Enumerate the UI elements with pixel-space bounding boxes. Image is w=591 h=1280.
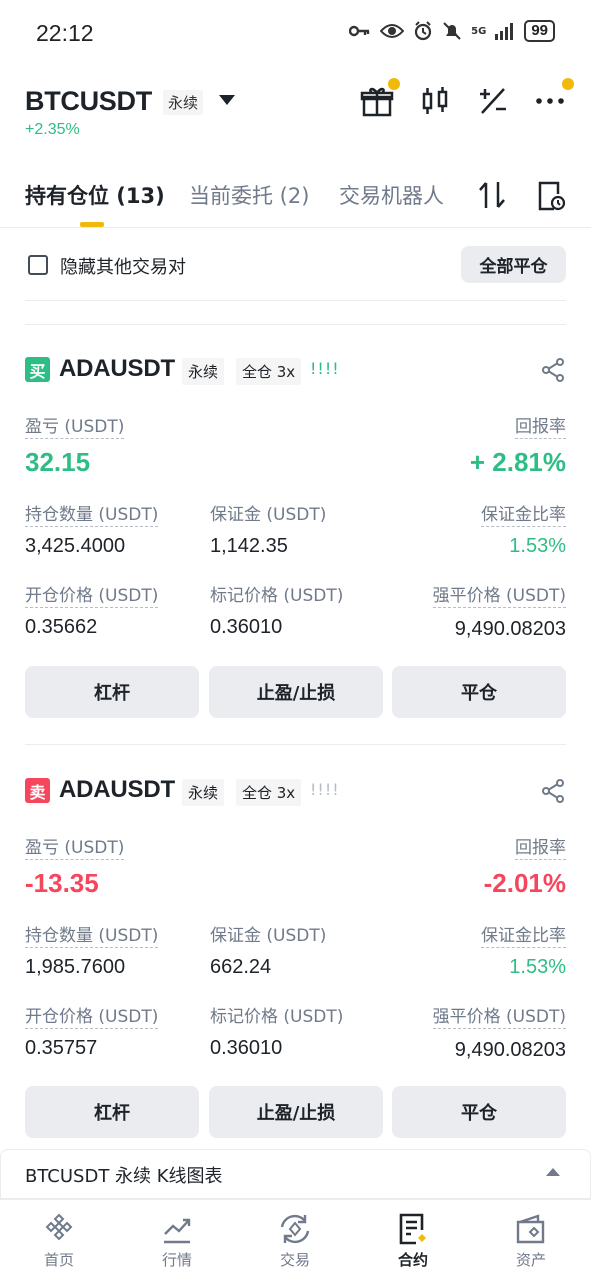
nav-label: 合约: [397, 1251, 428, 1269]
tpsl-button[interactable]: 止盈/止损: [209, 666, 383, 718]
margin-mode-tag[interactable]: 全仓 3x: [236, 358, 302, 385]
eye-icon: [380, 24, 405, 38]
chart-panel-label[interactable]: BTCUSDT 永续 K线图表: [25, 1162, 223, 1188]
size-value: 3,425.4000: [25, 535, 126, 557]
adl-indicator: !!!!: [310, 780, 340, 799]
contract-type-tag: 永续: [163, 90, 204, 115]
entry-price-label: 开仓价格 (USDT): [25, 581, 159, 608]
contract-tag: 永续: [182, 779, 225, 806]
divider: [25, 300, 566, 301]
margin-ratio-label: 保证金比率: [481, 500, 566, 527]
margin-ratio-value: 1.53%: [509, 956, 566, 978]
tab-divider: [0, 227, 591, 228]
markets-icon: [164, 1218, 191, 1244]
position-symbol[interactable]: ADAUSDT: [59, 776, 175, 804]
side-badge-sell: 卖: [25, 778, 50, 803]
network-label: 5G: [471, 25, 487, 37]
gift-icon[interactable]: [360, 84, 394, 118]
more-notification-dot: [562, 78, 574, 90]
nav-trade[interactable]: 交易: [236, 1212, 354, 1270]
entry-price-value: 0.35757: [25, 1037, 98, 1059]
liq-price-value: 9,490.08203: [454, 618, 566, 640]
tab-open-orders[interactable]: 当前委托 (2): [189, 180, 309, 210]
contract-tag: 永续: [182, 358, 225, 385]
nav-assets[interactable]: 资产: [472, 1212, 590, 1270]
pnl-label: 盈亏 (USDT): [25, 833, 125, 860]
size-label: 持仓数量 (USDT): [25, 921, 159, 948]
roe-value: -2.01%: [483, 868, 566, 898]
calculator-icon[interactable]: [476, 84, 510, 118]
share-icon[interactable]: [541, 779, 565, 803]
position-symbol[interactable]: ADAUSDT: [59, 355, 175, 383]
roe-label: 回报率: [515, 833, 566, 860]
key-icon: [349, 25, 370, 37]
liq-price-value: 9,490.08203: [454, 1039, 566, 1061]
home-icon: [45, 1213, 73, 1241]
status-time: 22:12: [36, 20, 94, 46]
tab-positions[interactable]: 持有仓位 (13): [25, 180, 165, 210]
futures-icon: [399, 1213, 426, 1245]
margin-label: 保证金 (USDT): [210, 505, 327, 525]
trade-icon: [280, 1214, 310, 1244]
nav-label: 行情: [161, 1251, 192, 1269]
mark-price-value: 0.36010: [210, 616, 283, 638]
hide-other-pairs-checkbox[interactable]: [28, 255, 48, 275]
chevron-up-icon[interactable]: [546, 1168, 560, 1176]
alarm-icon: [415, 21, 432, 41]
mark-price-label: 标记价格 (USDT): [210, 1007, 344, 1027]
gift-notification-dot: [388, 78, 400, 90]
margin-mode-tag[interactable]: 全仓 3x: [236, 779, 302, 806]
size-label: 持仓数量 (USDT): [25, 500, 159, 527]
adl-indicator: !!!!: [310, 359, 340, 378]
roe-label: 回报率: [515, 412, 566, 439]
leverage-button[interactable]: 杠杆: [25, 666, 199, 718]
margin-value: 662.24: [210, 956, 272, 978]
nav-label: 交易: [279, 1251, 310, 1269]
mute-bell-icon: [443, 22, 461, 40]
liq-price-label: 强平价格 (USDT): [432, 1002, 566, 1029]
sort-icon[interactable]: [478, 180, 506, 210]
tpsl-button[interactable]: 止盈/止损: [209, 1086, 383, 1138]
pair-change: +2.35%: [25, 121, 80, 138]
side-badge-buy: 买: [25, 357, 50, 382]
mark-price-value: 0.36010: [210, 1037, 283, 1059]
pnl-label: 盈亏 (USDT): [25, 412, 125, 439]
nav-markets[interactable]: 行情: [118, 1212, 236, 1270]
wallet-icon: [516, 1214, 545, 1244]
nav-home[interactable]: 首页: [0, 1212, 118, 1270]
close-position-button[interactable]: 平仓: [392, 1086, 566, 1138]
margin-ratio-label: 保证金比率: [481, 921, 566, 948]
share-icon[interactable]: [541, 358, 565, 382]
pair-title[interactable]: BTCUSDT: [25, 86, 152, 117]
tab-trading-bots[interactable]: 交易机器人: [339, 180, 444, 210]
margin-value: 1,142.35: [210, 535, 288, 557]
margin-label: 保证金 (USDT): [210, 926, 327, 946]
divider: [25, 744, 566, 745]
mark-price-label: 标记价格 (USDT): [210, 586, 344, 606]
status-icons: 5G 99: [349, 20, 555, 42]
battery-indicator: 99: [524, 20, 555, 42]
leverage-button[interactable]: 杠杆: [25, 1086, 199, 1138]
order-history-icon[interactable]: [536, 180, 566, 212]
nav-label: 资产: [515, 1251, 546, 1269]
candlestick-icon[interactable]: [418, 84, 452, 118]
signal-icon: [495, 23, 514, 40]
roe-value: + 2.81%: [469, 447, 566, 477]
nav-label: 首页: [43, 1251, 74, 1269]
nav-futures[interactable]: 合约: [354, 1212, 472, 1270]
liq-price-label: 强平价格 (USDT): [432, 581, 566, 608]
pnl-value: -13.35: [25, 868, 99, 898]
entry-price-label: 开仓价格 (USDT): [25, 1002, 159, 1029]
hide-other-pairs-label[interactable]: 隐藏其他交易对: [60, 253, 186, 279]
pair-dropdown-icon[interactable]: [219, 95, 235, 105]
margin-ratio-value: 1.53%: [509, 535, 566, 557]
pnl-value: 32.15: [25, 447, 91, 477]
close-all-button[interactable]: 全部平仓: [461, 246, 566, 283]
close-position-button[interactable]: 平仓: [392, 666, 566, 718]
entry-price-value: 0.35662: [25, 616, 98, 638]
divider: [25, 324, 566, 325]
more-icon[interactable]: [534, 84, 568, 118]
size-value: 1,985.7600: [25, 956, 126, 978]
